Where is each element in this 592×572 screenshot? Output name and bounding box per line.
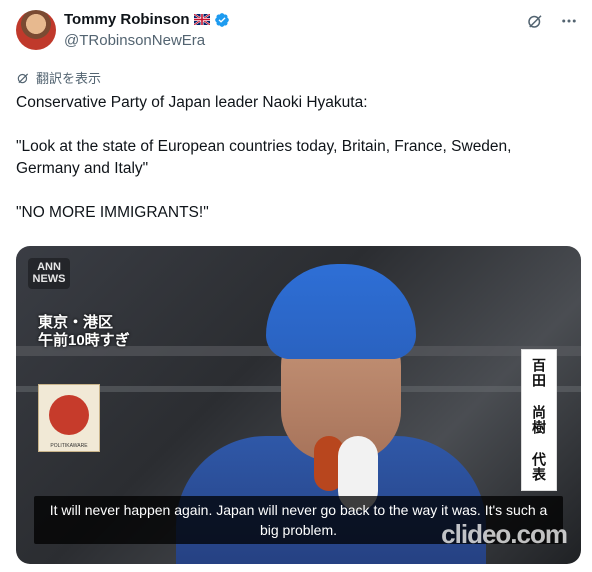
- translate-icon: [17, 73, 29, 83]
- tweet-line-3: "NO MORE IMMIGRANTS!": [16, 204, 209, 221]
- ann-news-logo: ANN NEWS: [28, 258, 70, 289]
- tweet-text: Conservative Party of Japan leader Naoki…: [16, 92, 576, 246]
- tweet-line-1: Conservative Party of Japan leader Naoki…: [16, 94, 368, 111]
- ann-logo-line-2: NEWS: [32, 273, 66, 285]
- verified-badge-icon: [214, 12, 229, 27]
- poster-image: POLITIKAWARE: [38, 384, 100, 452]
- top-actions: [524, 10, 580, 32]
- location-line-1: 東京・港区: [38, 314, 114, 331]
- location-caption: 東京・港区 午前10時すぎ: [38, 314, 130, 350]
- rising-sun-icon: [49, 395, 89, 435]
- author-handle[interactable]: @TRobinsonNewEra: [64, 32, 205, 49]
- poster-text: POLITIKAWARE: [50, 443, 88, 449]
- avatar[interactable]: [16, 10, 56, 50]
- video-media[interactable]: ANN NEWS 東京・港区 午前10時すぎ POLITIKAWARE 百田 尚…: [16, 246, 581, 564]
- translate-label: 翻訳を表示: [36, 71, 102, 86]
- video-watermark: clideo.com: [441, 519, 568, 549]
- translate-link[interactable]: 翻訳を表示: [16, 68, 101, 87]
- speaker-name-plate: 百田 尚樹 代表: [521, 349, 557, 491]
- speaker-beanie: [266, 264, 416, 359]
- slash-circle-icon[interactable]: [524, 10, 546, 32]
- author-display-name[interactable]: Tommy Robinson: [64, 11, 190, 28]
- ann-logo-line-1: ANN: [37, 261, 61, 273]
- location-line-2: 午前10時すぎ: [38, 332, 130, 349]
- more-dots-icon[interactable]: [558, 10, 580, 32]
- uk-flag-icon: [193, 14, 210, 25]
- tweet-line-2: "Look at the state of European countries…: [16, 138, 516, 177]
- author-name-row: Tommy Robinson: [64, 11, 230, 28]
